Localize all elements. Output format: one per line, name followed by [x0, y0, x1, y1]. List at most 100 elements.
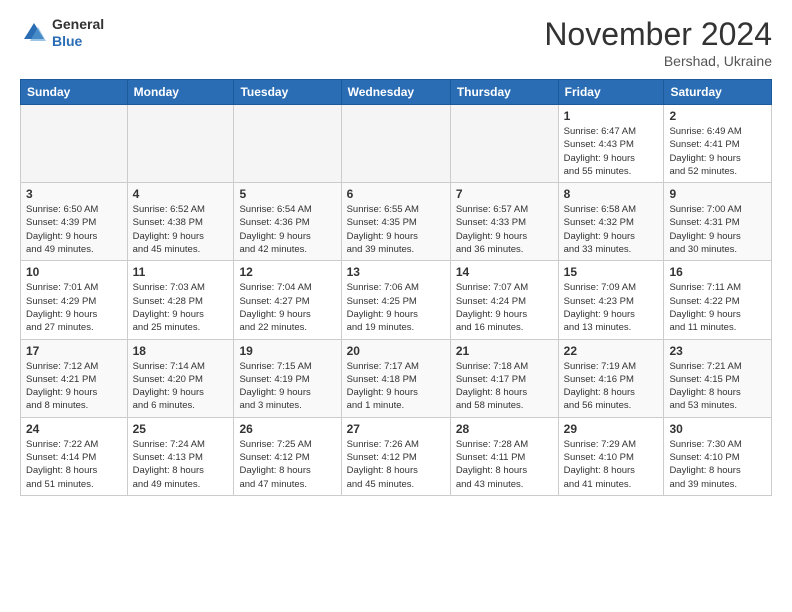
day-info: Sunrise: 6:54 AM Sunset: 4:36 PM Dayligh… — [239, 203, 335, 256]
day-info: Sunrise: 6:47 AM Sunset: 4:43 PM Dayligh… — [564, 125, 659, 178]
logo-icon — [20, 19, 48, 47]
day-info: Sunrise: 7:17 AM Sunset: 4:18 PM Dayligh… — [347, 360, 445, 413]
month-title: November 2024 — [544, 16, 772, 53]
table-row: 13 Sunrise: 7:06 AM Sunset: 4:25 PM Dayli… — [341, 261, 450, 339]
table-row: 10 Sunrise: 7:01 AM Sunset: 4:29 PM Dayli… — [21, 261, 128, 339]
day-number: 29 — [564, 422, 659, 436]
day-info: Sunrise: 7:25 AM Sunset: 4:12 PM Dayligh… — [239, 438, 335, 491]
logo: General Blue — [20, 16, 104, 50]
table-row — [234, 105, 341, 183]
col-tuesday: Tuesday — [234, 80, 341, 105]
day-number: 25 — [133, 422, 229, 436]
day-number: 6 — [347, 187, 445, 201]
table-row: 12 Sunrise: 7:04 AM Sunset: 4:27 PM Dayli… — [234, 261, 341, 339]
col-saturday: Saturday — [664, 80, 772, 105]
day-info: Sunrise: 7:14 AM Sunset: 4:20 PM Dayligh… — [133, 360, 229, 413]
logo-text: General Blue — [52, 16, 104, 50]
table-row: 18 Sunrise: 7:14 AM Sunset: 4:20 PM Dayli… — [127, 339, 234, 417]
day-number: 7 — [456, 187, 553, 201]
day-info: Sunrise: 7:06 AM Sunset: 4:25 PM Dayligh… — [347, 281, 445, 334]
day-info: Sunrise: 7:07 AM Sunset: 4:24 PM Dayligh… — [456, 281, 553, 334]
table-row — [21, 105, 128, 183]
day-info: Sunrise: 6:49 AM Sunset: 4:41 PM Dayligh… — [669, 125, 766, 178]
table-row: 9 Sunrise: 7:00 AM Sunset: 4:31 PM Daylig… — [664, 183, 772, 261]
table-row: 5 Sunrise: 6:54 AM Sunset: 4:36 PM Daylig… — [234, 183, 341, 261]
table-row — [450, 105, 558, 183]
table-row: 30 Sunrise: 7:30 AM Sunset: 4:10 PM Dayli… — [664, 417, 772, 495]
location: Bershad, Ukraine — [544, 53, 772, 69]
day-info: Sunrise: 7:28 AM Sunset: 4:11 PM Dayligh… — [456, 438, 553, 491]
day-number: 28 — [456, 422, 553, 436]
day-number: 24 — [26, 422, 122, 436]
day-number: 5 — [239, 187, 335, 201]
logo-general-text: General — [52, 16, 104, 32]
day-info: Sunrise: 7:01 AM Sunset: 4:29 PM Dayligh… — [26, 281, 122, 334]
day-info: Sunrise: 7:18 AM Sunset: 4:17 PM Dayligh… — [456, 360, 553, 413]
day-info: Sunrise: 7:24 AM Sunset: 4:13 PM Dayligh… — [133, 438, 229, 491]
day-info: Sunrise: 7:04 AM Sunset: 4:27 PM Dayligh… — [239, 281, 335, 334]
day-info: Sunrise: 7:21 AM Sunset: 4:15 PM Dayligh… — [669, 360, 766, 413]
table-row: 17 Sunrise: 7:12 AM Sunset: 4:21 PM Dayli… — [21, 339, 128, 417]
day-info: Sunrise: 7:29 AM Sunset: 4:10 PM Dayligh… — [564, 438, 659, 491]
table-row: 25 Sunrise: 7:24 AM Sunset: 4:13 PM Dayli… — [127, 417, 234, 495]
table-row: 14 Sunrise: 7:07 AM Sunset: 4:24 PM Dayli… — [450, 261, 558, 339]
day-number: 30 — [669, 422, 766, 436]
table-row: 28 Sunrise: 7:28 AM Sunset: 4:11 PM Dayli… — [450, 417, 558, 495]
table-row: 8 Sunrise: 6:58 AM Sunset: 4:32 PM Daylig… — [558, 183, 664, 261]
day-number: 9 — [669, 187, 766, 201]
day-info: Sunrise: 7:26 AM Sunset: 4:12 PM Dayligh… — [347, 438, 445, 491]
table-row: 15 Sunrise: 7:09 AM Sunset: 4:23 PM Dayli… — [558, 261, 664, 339]
table-row: 7 Sunrise: 6:57 AM Sunset: 4:33 PM Daylig… — [450, 183, 558, 261]
day-info: Sunrise: 7:15 AM Sunset: 4:19 PM Dayligh… — [239, 360, 335, 413]
day-info: Sunrise: 6:57 AM Sunset: 4:33 PM Dayligh… — [456, 203, 553, 256]
day-info: Sunrise: 7:09 AM Sunset: 4:23 PM Dayligh… — [564, 281, 659, 334]
day-number: 12 — [239, 265, 335, 279]
day-info: Sunrise: 7:12 AM Sunset: 4:21 PM Dayligh… — [26, 360, 122, 413]
day-number: 20 — [347, 344, 445, 358]
table-row: 21 Sunrise: 7:18 AM Sunset: 4:17 PM Dayli… — [450, 339, 558, 417]
calendar-week-row: 10 Sunrise: 7:01 AM Sunset: 4:29 PM Dayli… — [21, 261, 772, 339]
table-row: 6Sunrise: 6:55 AM Sunset: 4:35 PM Daylig… — [341, 183, 450, 261]
table-row: 20 Sunrise: 7:17 AM Sunset: 4:18 PM Dayli… — [341, 339, 450, 417]
day-number: 16 — [669, 265, 766, 279]
day-info: Sunrise: 7:19 AM Sunset: 4:16 PM Dayligh… — [564, 360, 659, 413]
table-row: 4 Sunrise: 6:52 AM Sunset: 4:38 PM Daylig… — [127, 183, 234, 261]
day-number: 26 — [239, 422, 335, 436]
day-number: 14 — [456, 265, 553, 279]
col-friday: Friday — [558, 80, 664, 105]
calendar-week-row: 3Sunrise: 6:50 AM Sunset: 4:39 PM Daylig… — [21, 183, 772, 261]
day-info: Sunrise: 6:50 AM Sunset: 4:39 PM Dayligh… — [26, 203, 122, 256]
day-number: 15 — [564, 265, 659, 279]
day-info: Sunrise: 7:22 AM Sunset: 4:14 PM Dayligh… — [26, 438, 122, 491]
calendar-week-row: 24 Sunrise: 7:22 AM Sunset: 4:14 PM Dayli… — [21, 417, 772, 495]
day-number: 4 — [133, 187, 229, 201]
day-number: 22 — [564, 344, 659, 358]
col-monday: Monday — [127, 80, 234, 105]
table-row: 11Sunrise: 7:03 AM Sunset: 4:28 PM Dayli… — [127, 261, 234, 339]
day-number: 8 — [564, 187, 659, 201]
day-number: 10 — [26, 265, 122, 279]
header: General Blue November 2024 Bershad, Ukra… — [20, 16, 772, 69]
table-row: 24 Sunrise: 7:22 AM Sunset: 4:14 PM Dayli… — [21, 417, 128, 495]
table-row: 16 Sunrise: 7:11 AM Sunset: 4:22 PM Dayli… — [664, 261, 772, 339]
calendar-header-row: Sunday Monday Tuesday Wednesday Thursday… — [21, 80, 772, 105]
table-row: 26 Sunrise: 7:25 AM Sunset: 4:12 PM Dayli… — [234, 417, 341, 495]
day-number: 21 — [456, 344, 553, 358]
col-sunday: Sunday — [21, 80, 128, 105]
day-number: 18 — [133, 344, 229, 358]
day-info: Sunrise: 7:03 AM Sunset: 4:28 PM Dayligh… — [133, 281, 229, 334]
table-row: 29 Sunrise: 7:29 AM Sunset: 4:10 PM Dayli… — [558, 417, 664, 495]
day-number: 17 — [26, 344, 122, 358]
day-info: Sunrise: 7:11 AM Sunset: 4:22 PM Dayligh… — [669, 281, 766, 334]
day-info: Sunrise: 6:58 AM Sunset: 4:32 PM Dayligh… — [564, 203, 659, 256]
page: General Blue November 2024 Bershad, Ukra… — [0, 0, 792, 612]
day-info: Sunrise: 7:00 AM Sunset: 4:31 PM Dayligh… — [669, 203, 766, 256]
day-info: Sunrise: 6:52 AM Sunset: 4:38 PM Dayligh… — [133, 203, 229, 256]
table-row: 1Sunrise: 6:47 AM Sunset: 4:43 PM Daylig… — [558, 105, 664, 183]
table-row: 22 Sunrise: 7:19 AM Sunset: 4:16 PM Dayli… — [558, 339, 664, 417]
day-number: 13 — [347, 265, 445, 279]
day-info: Sunrise: 7:30 AM Sunset: 4:10 PM Dayligh… — [669, 438, 766, 491]
day-number: 2 — [669, 109, 766, 123]
calendar-table: Sunday Monday Tuesday Wednesday Thursday… — [20, 79, 772, 496]
table-row: 19Sunrise: 7:15 AM Sunset: 4:19 PM Dayli… — [234, 339, 341, 417]
